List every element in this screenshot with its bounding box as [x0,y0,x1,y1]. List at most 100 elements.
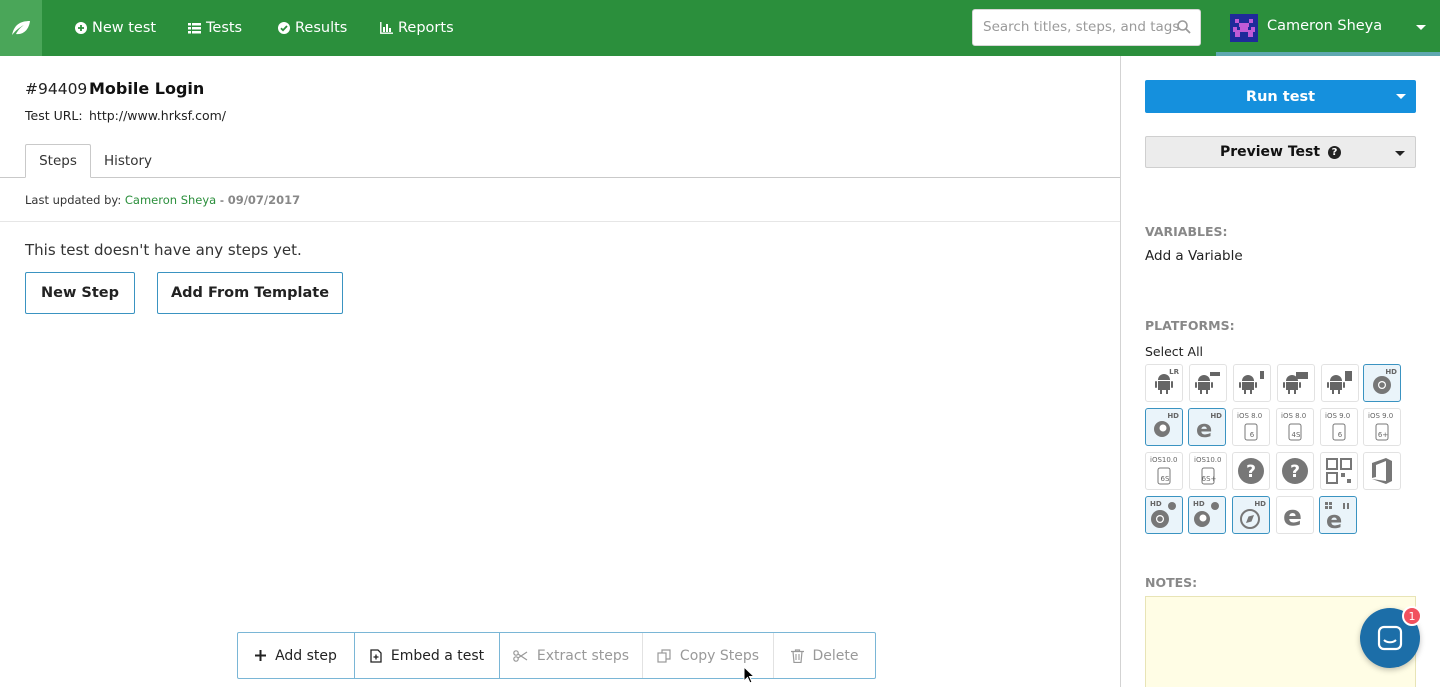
delete-button[interactable]: Delete [774,633,875,678]
platform-ios9-6plus[interactable]: iOS 9.0 6+ [1363,408,1401,446]
select-all-link[interactable]: Select All [1145,344,1203,359]
add-step-button[interactable]: Add step [238,633,355,678]
user-menu-underline [1216,52,1440,56]
add-step-label: Add step [275,647,337,664]
delete-label: Delete [812,647,859,664]
user-menu[interactable]: Cameron Sheya [1216,0,1440,56]
main-content: #94409 Mobile Login Test URL: http://www… [0,56,1120,687]
embed-test-label: Embed a test [390,647,485,664]
platform-sub: 4S [1291,431,1301,439]
add-from-template-button[interactable]: Add From Template [157,272,343,314]
search-icon[interactable] [1177,20,1191,34]
extract-steps-label: Extract steps [536,647,630,664]
scissors-icon [513,649,528,662]
search-input[interactable] [983,19,1179,35]
platform-tag: HD [1150,500,1162,508]
list-icon [188,22,201,33]
copy-icon [657,648,671,663]
platform-ios8-4s[interactable]: iOS 8.0 4S [1276,408,1314,446]
chat-badge: 1 [1402,606,1422,626]
user-name: Cameron Sheya [1267,18,1383,34]
preview-test-button[interactable]: Preview Test ? [1145,136,1416,168]
app-logo[interactable] [0,0,42,56]
embed-test-button[interactable]: Embed a test [355,633,500,678]
platform-ios10-6s[interactable]: iOS10.0 6S [1145,452,1183,490]
safari-icon [1240,509,1260,529]
platforms-label: PLATFORMS: [1145,318,1235,333]
tab-steps[interactable]: Steps [25,144,91,178]
platform-tag: iOS 9.0 [1368,412,1394,420]
last-updated: Last updated by: Cameron Sheya - 09/07/2… [25,193,300,207]
avatar [1230,14,1258,42]
tabs-divider [0,177,1120,178]
platform-android-3[interactable] [1233,364,1271,402]
platform-android-2[interactable] [1189,364,1227,402]
add-variable-link[interactable]: Add a Variable [1145,248,1243,264]
android-icon [1195,372,1220,394]
last-updated-date: 09/07/2017 [227,193,301,207]
unknown-icon: ? [1282,458,1308,484]
step-toolbar: Add step Embed a test Extract steps Copy… [237,632,876,679]
test-id: #94409 [25,80,88,98]
last-updated-user-link[interactable]: Cameron Sheya [125,193,216,207]
platform-ios10-6splus[interactable]: iOS10.0 6S+ [1189,452,1227,490]
nav-results[interactable]: Results [278,0,347,56]
search-box [972,9,1201,46]
run-test-button[interactable]: Run test [1145,80,1416,113]
nav-results-label: Results [295,20,348,36]
platform-unknown-2[interactable]: ? [1276,452,1314,490]
platform-office[interactable] [1363,452,1401,490]
page-title: Mobile Login [89,79,205,98]
nav-reports[interactable]: Reports [380,0,454,56]
svg-text:e: e [1326,506,1342,530]
nav-tests[interactable]: Tests [188,0,242,56]
nav-new-test-label: New test [92,20,157,36]
test-url-value: http://www.hrksf.com/ [89,108,226,123]
platform-ie-hd[interactable]: HD e [1188,408,1226,446]
android-icon [1283,372,1308,394]
nav-new-test[interactable]: New test [75,0,156,56]
platform-android-4[interactable] [1277,364,1315,402]
chevron-down-icon[interactable] [1395,151,1405,156]
platform-tag: LR [1169,368,1179,376]
plus-icon [255,650,267,661]
android-icon [1239,371,1264,394]
last-updated-dash: - [219,193,225,207]
platform-ie-windows[interactable]: e [1319,496,1357,534]
platform-qr[interactable] [1320,452,1358,490]
empty-steps-message: This test doesn't have any steps yet. [25,241,302,259]
platform-safari-hd[interactable]: HD [1232,496,1270,534]
platform-firefox-hd[interactable]: HD [1145,408,1183,446]
platform-firefox-mac-hd[interactable]: HD [1188,496,1226,534]
platform-edge[interactable]: e [1276,496,1314,534]
tab-history[interactable]: History [92,144,164,178]
platform-tag: HD [1210,412,1222,420]
top-nav: New test Tests Results Reports Cameron S… [0,0,1440,56]
leaf-icon [12,21,30,35]
chevron-down-icon[interactable] [1396,94,1406,99]
platform-unknown-1[interactable]: ? [1232,452,1270,490]
platform-chrome-mac-hd[interactable]: HD [1145,496,1183,534]
mouse-cursor-icon [743,666,755,684]
help-icon[interactable]: ? [1328,145,1342,159]
new-step-button[interactable]: New Step [25,272,135,314]
ie-windows-icon: e [1325,502,1349,530]
platform-ios8-6[interactable]: iOS 8.0 6 [1232,408,1270,446]
qr-icon [1326,458,1352,484]
nav-reports-label: Reports [398,20,454,36]
extract-steps-button[interactable]: Extract steps [500,633,643,678]
platform-tag: iOS10.0 [1194,456,1222,464]
platform-tag: iOS 8.0 [1237,412,1263,420]
android-icon [1327,371,1352,394]
platform-tag: iOS 8.0 [1281,412,1307,420]
run-test-label: Run test [1245,88,1316,105]
variables-label: VARIABLES: [1145,224,1228,239]
platform-chrome-hd[interactable]: HD [1363,364,1401,402]
svg-text:e: e [1283,502,1302,528]
platform-ios9-6[interactable]: iOS 9.0 6 [1320,408,1358,446]
platform-android-5[interactable] [1321,364,1359,402]
plus-circle-icon [75,22,87,34]
file-plus-icon [370,648,382,663]
platform-android-lr[interactable]: LR [1145,364,1183,402]
test-url-label: Test URL: [25,108,83,123]
